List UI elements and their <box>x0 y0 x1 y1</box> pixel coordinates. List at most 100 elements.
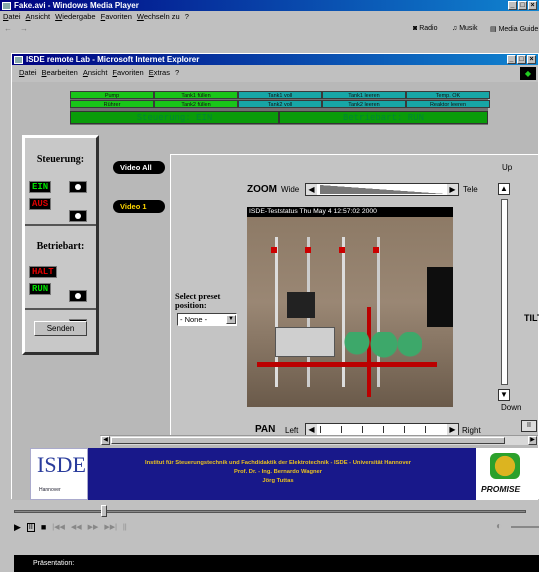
player-menubar: Datei Ansicht Wiedergabe Favoriten Wechs… <box>0 11 539 22</box>
ie-logo-icon: ◆ <box>520 67 536 80</box>
tilt-track[interactable] <box>501 199 508 385</box>
minimize-button[interactable]: _ <box>508 1 517 10</box>
menu-wechseln[interactable]: Wechseln zu <box>137 11 180 22</box>
isde-logo: ISDE Hannover <box>30 448 88 500</box>
preset-dropdown-icon[interactable]: ▼ <box>226 315 236 324</box>
red-valves <box>271 247 401 253</box>
pan-left-arrow[interactable]: ◀ <box>306 424 317 435</box>
status-row-1: Pump Tank1 füllen Tank1 voll Tank1 leere… <box>70 91 490 99</box>
ie-menu-bearbeiten[interactable]: Bearbeiten <box>42 67 78 78</box>
player-status-bar: Präsentation: <box>14 555 539 572</box>
video-all-button[interactable]: Video All <box>113 161 165 174</box>
run-label: RUN <box>29 283 52 295</box>
status-pump: Pump <box>70 91 154 99</box>
control-panel: Steuerung: EIN AUS Betriebart: HALT RUN … <box>22 135 99 355</box>
ie-menu-extras[interactable]: Extras <box>149 67 170 78</box>
fast-forward-icon[interactable]: ▶▶ <box>88 523 99 531</box>
preset-label: Select preset position: <box>175 291 221 310</box>
ie-minimize-button[interactable]: _ <box>507 55 516 64</box>
betriebsart-status-bar: Betriebart: RUN <box>279 111 488 124</box>
senden-button[interactable]: Senden <box>34 321 87 336</box>
menu-help[interactable]: ? <box>185 11 189 22</box>
status-ruehrer: Rührer <box>70 100 154 108</box>
presentation-label: Präsentation: <box>33 560 75 567</box>
rewind-icon[interactable]: ◀◀ <box>71 523 82 531</box>
ie-title: ISDE remote Lab - Microsoft Internet Exp… <box>26 55 200 64</box>
aus-radio[interactable] <box>69 210 87 222</box>
ie-app-icon <box>14 56 23 64</box>
volume-icon[interactable]: ◐ <box>496 521 502 532</box>
promise-logo: PROMISE <box>476 448 538 500</box>
page-content: Pump Tank1 füllen Tank1 voll Tank1 leere… <box>12 82 539 500</box>
zoom-slider[interactable]: ◀ ▶ <box>305 183 459 196</box>
status-tank2-voll: Tank2 voll <box>238 100 322 108</box>
seek-thumb[interactable] <box>101 505 107 517</box>
preset-select[interactable]: - None - ▼ <box>177 313 237 326</box>
maximize-button[interactable]: □ <box>518 1 527 10</box>
zoom-left-arrow[interactable]: ◀ <box>306 184 317 195</box>
control-box-device <box>287 292 315 318</box>
zoom-tele-label: Tele <box>463 185 478 194</box>
scroll-thumb[interactable] <box>111 437 505 444</box>
musik-link[interactable]: ♫ Musik <box>452 25 477 32</box>
ie-menu-ansicht[interactable]: Ansicht <box>83 67 108 78</box>
aus-label: AUS <box>29 198 52 210</box>
ie-maximize-button[interactable]: □ <box>517 55 526 64</box>
halt-radio[interactable] <box>69 290 87 302</box>
camera-caption: ISDE-Teststatus Thu May 4 12:57:02 2000 <box>247 207 453 217</box>
skip-back-icon[interactable]: |◀◀ <box>52 523 65 531</box>
control-divider-2 <box>25 308 96 310</box>
camera-video: ISDE-Teststatus Thu May 4 12:57:02 2000 <box>247 207 453 407</box>
play-icon[interactable]: ▶ <box>14 522 21 533</box>
status-tank1-voll: Tank1 voll <box>238 91 322 99</box>
steuerung-heading: Steuerung: <box>36 154 85 165</box>
ie-window: ISDE remote Lab - Microsoft Internet Exp… <box>11 53 539 500</box>
menu-favoriten[interactable]: Favoriten <box>101 11 132 22</box>
menu-datei[interactable]: Datei <box>3 11 21 22</box>
white-boxes <box>275 327 335 357</box>
footer-text: Institut für Steuerungstechnik und Fachd… <box>88 459 468 486</box>
control-divider <box>25 224 96 226</box>
back-icon[interactable]: ← <box>4 24 12 33</box>
footer-line-2: Prof. Dr. - Ing. Bernardo Wagner <box>233 469 323 475</box>
isde-logo-text: ISDE <box>37 452 86 477</box>
tilt-down-arrow[interactable]: ▼ <box>498 389 510 401</box>
ie-menu-favoriten[interactable]: Favoriten <box>112 67 143 78</box>
player-titlebar: Fake.avi - Windows Media Player _ □ × <box>0 0 539 11</box>
menu-ansicht[interactable]: Ansicht <box>26 11 51 22</box>
status-tank2-leeren: Tank2 leeren <box>322 100 406 108</box>
horizontal-scrollbar[interactable]: ◀ ▶ <box>100 435 538 445</box>
close-button[interactable]: × <box>528 1 537 10</box>
pause-icon[interactable]: II <box>521 420 537 432</box>
ein-radio[interactable] <box>69 181 87 193</box>
footer-banner: ISDE Hannover Institut für Steuerungstec… <box>30 448 538 500</box>
player-title: Fake.avi - Windows Media Player <box>14 1 139 10</box>
zoom-right-arrow[interactable]: ▶ <box>447 184 458 195</box>
scroll-left-button[interactable]: ◀ <box>101 436 110 445</box>
menu-wiedergabe[interactable]: Wiedergabe <box>55 11 95 22</box>
tilt-up-arrow[interactable]: ▲ <box>498 183 510 195</box>
zoom-label: ZOOM <box>247 184 277 195</box>
status-tank2-fuellen: Tank2 füllen <box>154 100 238 108</box>
stop-icon[interactable]: ■ <box>41 522 46 532</box>
skip-forward-icon[interactable]: ▶▶| <box>104 523 117 531</box>
green-tanks <box>342 332 422 358</box>
video-1-button[interactable]: Video 1 <box>113 200 165 213</box>
seek-bar[interactable] <box>14 510 526 513</box>
radio-link[interactable]: ◙ Radio <box>413 25 437 32</box>
pause-button[interactable]: II <box>26 522 35 532</box>
chapters-icon[interactable]: || <box>123 524 127 531</box>
ie-menu-help[interactable]: ? <box>175 67 179 78</box>
ie-close-button[interactable]: × <box>527 55 536 64</box>
pan-right-arrow[interactable]: ▶ <box>447 424 458 435</box>
ie-menu-datei[interactable]: Datei <box>19 67 37 78</box>
status-tank1-fuellen: Tank1 füllen <box>154 91 238 99</box>
zoom-ramp <box>320 185 446 194</box>
volume-slider[interactable] <box>511 526 539 528</box>
player-controls: ▶ II ■ |◀◀ ◀◀ ▶▶ ▶▶| || <box>14 521 154 533</box>
tilt-down-label: Down <box>501 403 522 412</box>
forward-icon[interactable]: → <box>20 24 28 33</box>
scroll-right-button[interactable]: ▶ <box>528 436 537 445</box>
media-guide-link[interactable]: ▤ Media Guide <box>490 25 538 33</box>
tilt-up-label: Up <box>502 163 513 172</box>
